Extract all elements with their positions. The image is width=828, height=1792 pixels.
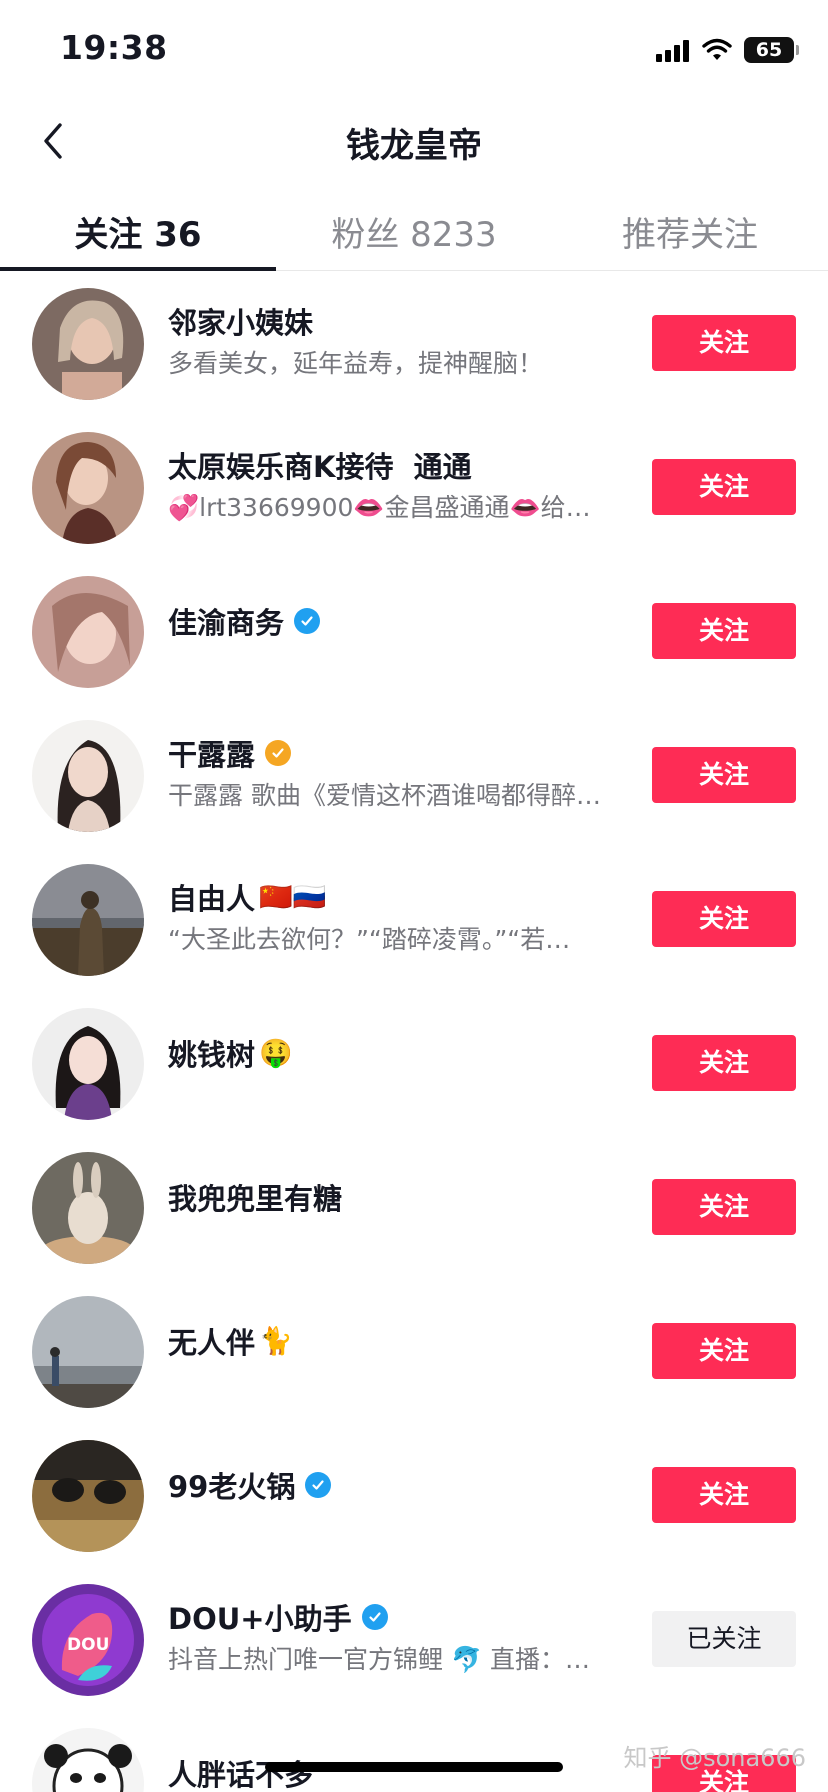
user-name[interactable]: 姚钱树 🤑 xyxy=(168,1032,293,1074)
status-icons: 65 xyxy=(656,34,799,66)
avatar[interactable] xyxy=(32,1296,144,1408)
flags-emoji: 🇨🇳🇷🇺 xyxy=(259,882,327,913)
avatar[interactable] xyxy=(32,576,144,688)
home-indicator[interactable] xyxy=(265,1762,563,1772)
avatar[interactable] xyxy=(32,864,144,976)
avatar[interactable] xyxy=(32,1152,144,1264)
list-item[interactable]: 我兜兜里有糖 关注 xyxy=(0,1136,828,1280)
user-description: 💞lrt33669900👄金昌盛通通👄给… xyxy=(168,493,591,522)
user-name[interactable]: 无人伴 🐈 xyxy=(168,1320,293,1362)
follow-button[interactable]: 关注 xyxy=(652,1467,796,1523)
user-name[interactable]: 邻家小姨妹 xyxy=(168,300,313,342)
avatar[interactable] xyxy=(32,288,144,400)
user-description: “大圣此去欲何？”“踏碎凌霄。”“若… xyxy=(168,925,571,954)
tab-bar: 关注 36 粉丝 8233 推荐关注 xyxy=(0,195,828,271)
user-name[interactable]: 干露露 xyxy=(168,732,292,774)
signal-icon xyxy=(656,38,692,62)
avatar[interactable]: DOU xyxy=(32,1584,144,1696)
user-name[interactable]: 太原娱乐商K接待 通通 xyxy=(168,444,472,486)
list-item[interactable]: 99老火锅 关注 xyxy=(0,1424,828,1568)
cat-emoji: 🐈 xyxy=(259,1326,293,1357)
list-item[interactable]: 姚钱树 🤑 关注 xyxy=(0,992,828,1136)
money-face-emoji: 🤑 xyxy=(259,1038,293,1069)
status-bar: 19:38 65 xyxy=(0,0,828,100)
list-item[interactable]: 无人伴 🐈 关注 xyxy=(0,1280,828,1424)
battery-icon: 65 xyxy=(744,37,799,63)
nav-bar: 钱龙皇帝 xyxy=(0,100,828,180)
status-time: 19:38 xyxy=(60,28,168,67)
tab-following[interactable]: 关注 36 xyxy=(0,195,276,271)
list-item[interactable]: 干露露 干露露 歌曲《爱情这杯酒谁喝都得醉… 关注 xyxy=(0,704,828,848)
verified-badge-icon xyxy=(361,1604,388,1630)
list-item[interactable]: 佳渝商务 关注 xyxy=(0,560,828,704)
user-description: 多看美女，延年益寿，提神醒脑！ xyxy=(168,349,544,378)
follow-button[interactable]: 关注 xyxy=(652,1035,796,1091)
tab-recommended[interactable]: 推荐关注 xyxy=(552,195,828,270)
verified-badge-icon xyxy=(265,740,292,766)
user-description: 干露露 歌曲《爱情这杯酒谁喝都得醉… xyxy=(168,781,601,810)
follow-button[interactable]: 关注 xyxy=(652,891,796,947)
user-name[interactable]: 佳渝商务 xyxy=(168,600,321,642)
follow-button[interactable]: 关注 xyxy=(652,459,796,515)
tab-followers[interactable]: 粉丝 8233 xyxy=(276,195,552,270)
user-name[interactable]: DOU+小助手 xyxy=(168,1596,388,1638)
verified-badge-icon xyxy=(305,1472,332,1498)
avatar[interactable] xyxy=(32,1008,144,1120)
watermark: 知乎 @sona666 xyxy=(623,1744,806,1772)
following-button[interactable]: 已关注 xyxy=(652,1611,796,1667)
avatar[interactable] xyxy=(32,1728,144,1792)
user-description: 抖音上热门唯一官方锦鲤 🐬 直播：… xyxy=(168,1645,591,1674)
follow-button[interactable]: 关注 xyxy=(652,1179,796,1235)
user-name[interactable]: 我兜兜里有糖 xyxy=(168,1176,342,1218)
avatar[interactable] xyxy=(32,720,144,832)
list-item[interactable]: 自由人 🇨🇳🇷🇺 “大圣此去欲何？”“踏碎凌霄。”“若… 关注 xyxy=(0,848,828,992)
list-item[interactable]: DOU DOU+小助手 抖音上热门唯一官方锦鲤 🐬 直播：… 已关注 xyxy=(0,1568,828,1712)
wifi-icon xyxy=(702,38,732,60)
list-item[interactable]: 太原娱乐商K接待 通通 💞lrt33669900👄金昌盛通通👄给… 关注 xyxy=(0,416,828,560)
list-item[interactable]: 邻家小姨妹 多看美女，延年益寿，提神醒脑！ 关注 xyxy=(0,272,828,416)
follow-button[interactable]: 关注 xyxy=(652,603,796,659)
avatar[interactable] xyxy=(32,432,144,544)
avatar[interactable] xyxy=(32,1440,144,1552)
page-title: 钱龙皇帝 xyxy=(346,126,482,166)
follow-button[interactable]: 关注 xyxy=(652,315,796,371)
user-name[interactable]: 自由人 🇨🇳🇷🇺 xyxy=(168,876,326,918)
verified-badge-icon xyxy=(294,608,321,634)
svg-text:DOU: DOU xyxy=(67,1635,109,1655)
user-name[interactable]: 99老火锅 xyxy=(168,1464,332,1506)
follow-button[interactable]: 关注 xyxy=(652,747,796,803)
user-name[interactable]: 人胖话不多 xyxy=(168,1752,313,1792)
follow-button[interactable]: 关注 xyxy=(652,1323,796,1379)
